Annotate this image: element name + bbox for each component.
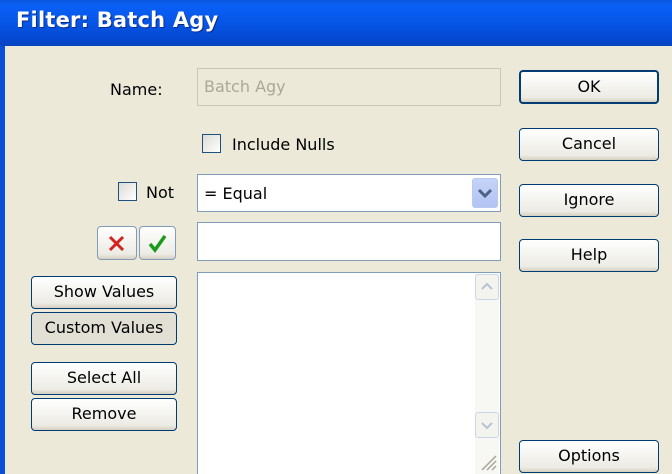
values-scrollbar[interactable]	[475, 274, 499, 474]
not-label[interactable]: Not	[146, 183, 174, 202]
remove-label: Remove	[71, 404, 137, 423]
values-list[interactable]	[197, 272, 501, 474]
custom-values-label: Custom Values	[44, 318, 164, 337]
scroll-down-button[interactable]	[475, 412, 499, 438]
not-checkbox[interactable]	[118, 182, 137, 201]
select-all-button[interactable]: Select All	[31, 362, 177, 395]
accept-check-icon	[148, 234, 167, 253]
value-input[interactable]	[197, 222, 501, 261]
show-values-button[interactable]: Show Values	[31, 276, 177, 309]
custom-values-button[interactable]: Custom Values	[31, 312, 177, 345]
help-label: Help	[570, 245, 608, 264]
reject-button[interactable]	[97, 226, 137, 260]
scroll-up-button[interactable]	[475, 274, 499, 300]
dropdown-button[interactable]	[472, 178, 498, 208]
name-field: Batch Agy	[197, 68, 501, 106]
window-title: Filter: Batch Agy	[16, 8, 219, 32]
remove-button[interactable]: Remove	[31, 398, 177, 431]
ok-button[interactable]: OK	[519, 70, 659, 104]
cancel-label: Cancel	[561, 134, 617, 153]
scroll-up-arrow-icon	[481, 282, 493, 290]
cancel-button[interactable]: Cancel	[519, 128, 659, 161]
window-left-border	[0, 46, 5, 474]
accept-button[interactable]	[139, 226, 176, 260]
name-field-value: Batch Agy	[204, 77, 286, 96]
options-button[interactable]: Options	[519, 440, 659, 473]
scroll-down-arrow-icon	[481, 422, 493, 430]
reject-x-icon	[108, 235, 125, 252]
resize-grip-icon[interactable]	[476, 450, 498, 472]
name-label: Name:	[110, 80, 163, 99]
ignore-button[interactable]: Ignore	[519, 184, 659, 217]
include-nulls-checkbox[interactable]	[202, 134, 221, 153]
help-button[interactable]: Help	[519, 239, 659, 272]
ignore-label: Ignore	[563, 190, 615, 209]
operator-dropdown[interactable]: = Equal	[197, 174, 501, 212]
title-bar[interactable]: Filter: Batch Agy	[0, 0, 672, 46]
chevron-down-icon	[477, 188, 493, 199]
show-values-label: Show Values	[53, 282, 155, 301]
select-all-label: Select All	[66, 368, 142, 387]
operator-selected: = Equal	[204, 184, 268, 203]
filter-dialog: Filter: Batch Agy Name: Batch Agy Includ…	[0, 0, 672, 474]
ok-label: OK	[577, 77, 601, 96]
include-nulls-label[interactable]: Include Nulls	[232, 135, 335, 154]
options-label: Options	[558, 446, 620, 465]
